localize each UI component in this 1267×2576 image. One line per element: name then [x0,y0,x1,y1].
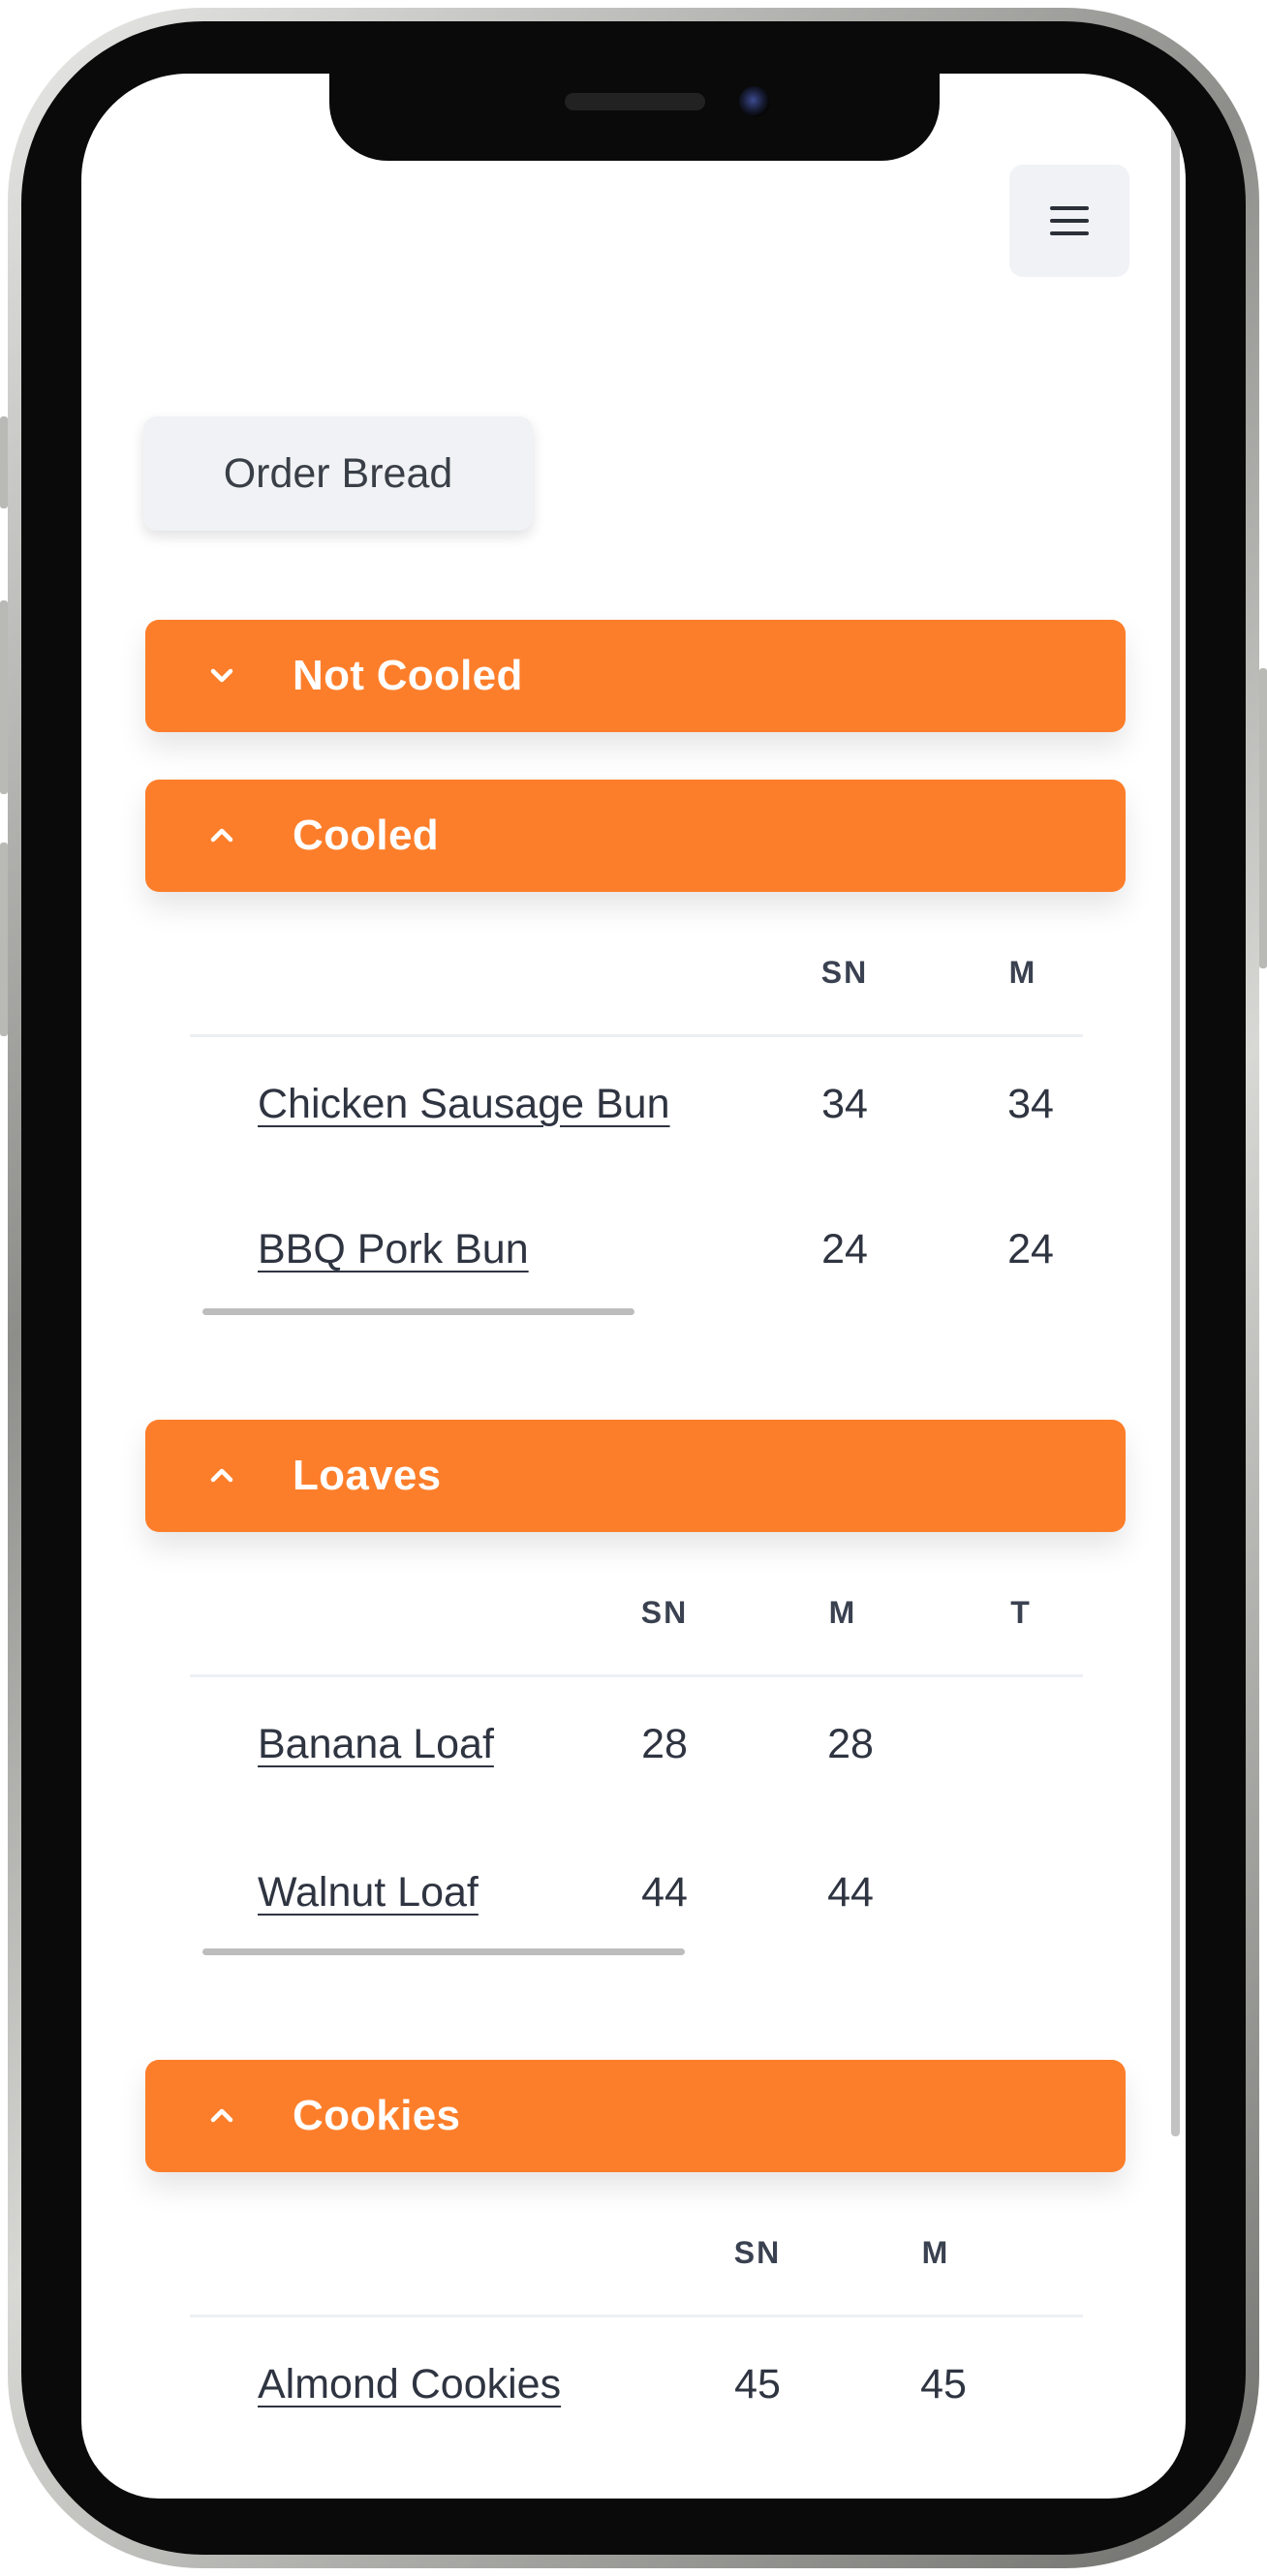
phone-side-button [0,600,8,794]
table-divider [190,2315,1083,2317]
hamburger-menu-icon [1050,206,1089,235]
chevron-up-icon [210,828,233,843]
column-header-sn: SN [733,2235,782,2270]
table-cell: 45 [920,2361,967,2407]
table-cell: 28 [827,1721,874,1767]
column-header-m: M [1008,955,1037,990]
table-divider [190,1034,1083,1037]
table-cell: 34 [1007,1081,1054,1127]
table-cell: 24 [821,1226,868,1273]
section-header-loaves[interactable]: Loaves [145,1420,1126,1532]
table-cell: 44 [827,1869,874,1916]
table-cell: 34 [821,1081,868,1127]
chevron-down-icon [210,668,233,683]
vertical-scrollbar[interactable] [1171,74,1180,2136]
horizontal-scrollbar[interactable] [202,1308,634,1315]
phone-camera [739,86,770,117]
product-link-bbq-pork-bun[interactable]: BBQ Pork Bun [258,1226,529,1273]
product-link-banana-loaf[interactable]: Banana Loaf [258,1721,494,1768]
section-header-cooled[interactable]: Cooled [145,780,1126,892]
table-cell: 24 [1007,1226,1054,1273]
table-cell: 28 [641,1721,688,1767]
section-title: Loaves [293,1452,442,1499]
table-divider [190,1674,1083,1677]
column-header-sn: SN [640,1595,689,1630]
product-link-walnut-loaf[interactable]: Walnut Loaf [258,1869,479,1917]
section-title: Not Cooled [293,652,523,699]
product-link-chicken-sausage-bun[interactable]: Chicken Sausage Bun [258,1081,670,1128]
chevron-up-icon [210,1468,233,1483]
section-title: Cooled [293,812,439,859]
column-header-m: M [828,1595,857,1630]
app-screen: Order Bread Not Cooled Cooled SN M Chick… [81,74,1186,2499]
phone-notch [329,74,940,161]
section-header-not-cooled[interactable]: Not Cooled [145,620,1126,732]
cookies-table: SN M Almond Cookies 45 45 [190,2225,1083,2419]
phone-side-button [1259,668,1267,968]
menu-button[interactable] [1009,165,1129,277]
phone-side-button [0,416,8,508]
phone-speaker [565,93,705,110]
table-cell: 45 [734,2361,781,2407]
horizontal-scrollbar[interactable] [202,1948,685,1955]
column-header-m: M [921,2235,950,2270]
cooled-table: SN M Chicken Sausage Bun 34 34 BBQ Pork … [190,945,1083,1273]
column-header-sn: SN [820,955,869,990]
section-title: Cookies [293,2092,461,2139]
phone-side-button [0,843,8,1036]
table-cell: 44 [641,1869,688,1916]
chevron-up-icon [210,2108,233,2123]
section-header-cookies[interactable]: Cookies [145,2060,1126,2172]
loaves-table: SN M T Banana Loaf 28 28 Walnut Loaf 44 … [190,1585,1083,1916]
product-link-almond-cookies[interactable]: Almond Cookies [258,2361,561,2408]
order-bread-button[interactable]: Order Bread [143,416,533,531]
column-header-t: T [1010,1595,1032,1630]
